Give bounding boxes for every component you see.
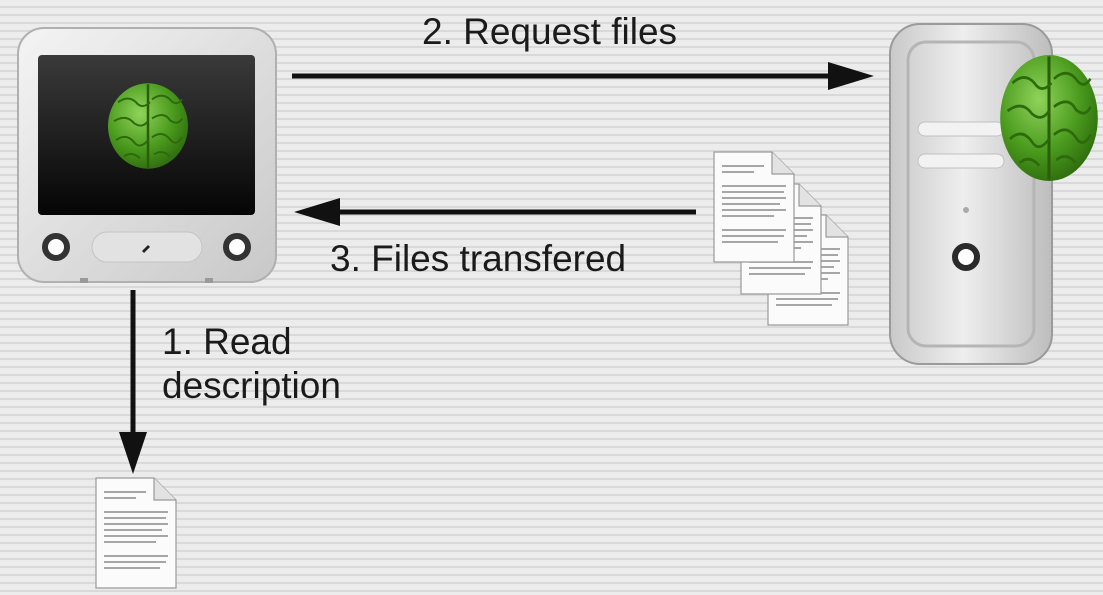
server-brain-icon [998, 53, 1100, 183]
read-description-label: 1. Read description [162, 320, 341, 409]
diagram-canvas [17, 23, 1100, 589]
files-transfered-label: 3. Files transfered [330, 238, 627, 279]
client-brain-icon [106, 82, 190, 170]
read-description-line-1: 1. Read [162, 321, 292, 362]
documents-stack-icon [713, 151, 849, 326]
arrow-transfer [294, 198, 696, 226]
request-files-label: 2. Request files [422, 11, 678, 52]
read-description-line-2: description [162, 365, 341, 407]
arrow-read [119, 290, 147, 474]
arrow-request [292, 62, 874, 90]
document-icon [95, 477, 177, 589]
